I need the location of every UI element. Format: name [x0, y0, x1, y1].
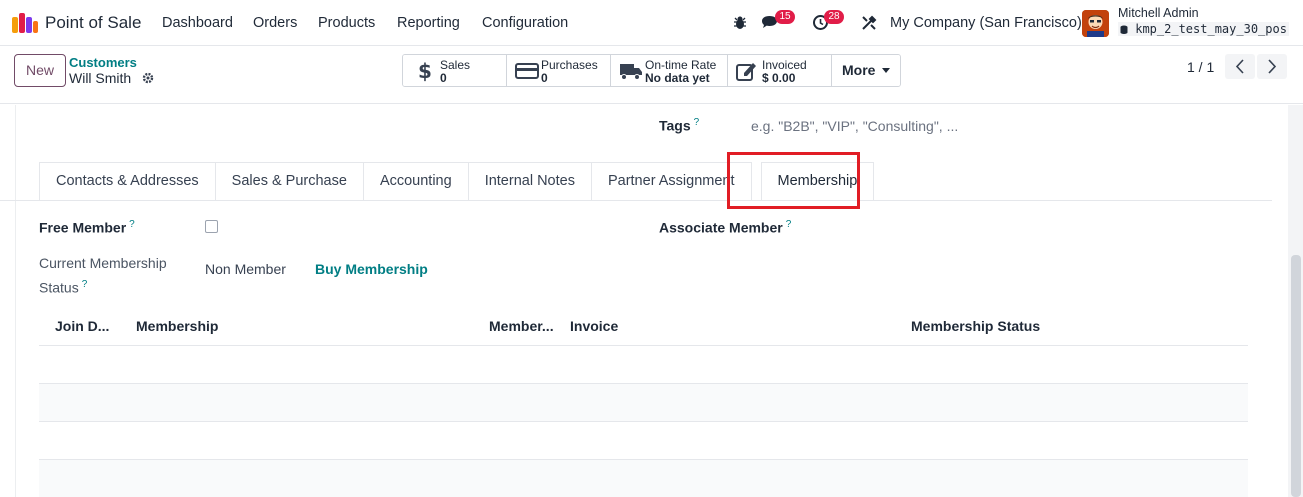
table-row: [39, 383, 1248, 421]
menu-orders[interactable]: Orders: [253, 15, 297, 31]
purchases-value: 0: [541, 71, 548, 85]
ontime-rate-smart-button[interactable]: On-time Rate No data yet: [611, 55, 728, 86]
invoiced-smart-button[interactable]: Invoiced $ 0.00: [728, 55, 832, 86]
free-member-help-icon[interactable]: ?: [129, 219, 135, 230]
more-dropdown[interactable]: More: [832, 55, 900, 86]
tabs-divider: [0, 200, 1272, 201]
free-member-checkbox[interactable]: [205, 220, 218, 233]
current-status-label: Current Membership Status?: [39, 255, 167, 296]
invoiced-value: $ 0.00: [762, 71, 796, 85]
form-sheet-edge: [15, 105, 16, 497]
activities-badge: 28: [824, 10, 844, 24]
pager-previous-button[interactable]: [1225, 54, 1255, 79]
database-name-text: kmp_2_test_may_30_pos: [1135, 22, 1287, 36]
col-membership-status[interactable]: Membership Status: [911, 318, 1040, 334]
database-icon: [1120, 25, 1128, 34]
new-button[interactable]: New: [14, 54, 66, 87]
col-membership-fee[interactable]: Member...: [489, 318, 554, 334]
svg-text:$: $: [418, 60, 431, 82]
tags-label: Tags?: [659, 117, 700, 134]
menu-dashboard[interactable]: Dashboard: [162, 15, 233, 31]
pager-next-button[interactable]: [1257, 54, 1287, 79]
table-row: [39, 345, 1248, 383]
tags-help-icon[interactable]: ?: [694, 117, 700, 128]
database-name: kmp_2_test_may_30_pos: [1118, 22, 1289, 36]
invoiced-label: Invoiced: [762, 58, 807, 72]
caret-down-icon: [882, 68, 891, 73]
current-status-value: Non Member: [205, 261, 286, 277]
gear-icon[interactable]: [142, 72, 154, 84]
buy-membership-button[interactable]: Buy Membership: [315, 261, 428, 277]
tab-sales-purchase[interactable]: Sales & Purchase: [214, 162, 364, 201]
col-join-date[interactable]: Join D...: [55, 318, 109, 334]
current-status-help-icon[interactable]: ?: [82, 279, 88, 290]
tags-input[interactable]: e.g. "B2B", "VIP", "Consulting", ...: [751, 118, 958, 134]
ontime-rate-value: No data yet: [645, 71, 710, 85]
tab-accounting[interactable]: Accounting: [362, 162, 469, 201]
membership-tab-highlight: [727, 152, 860, 209]
col-membership[interactable]: Membership: [136, 318, 218, 334]
table-row: [39, 421, 1248, 459]
user-avatar[interactable]: [1082, 10, 1109, 37]
app-name[interactable]: Point of Sale: [45, 13, 141, 33]
company-switcher[interactable]: My Company (San Francisco): [890, 15, 1082, 31]
messages-badge: 15: [775, 10, 795, 24]
breadcrumb-current: Will Smith: [69, 70, 132, 86]
purchases-smart-button[interactable]: Purchases 0: [507, 55, 611, 86]
tab-contacts-addresses[interactable]: Contacts & Addresses: [39, 162, 216, 201]
sales-label: Sales: [440, 58, 471, 72]
pos-app-icon[interactable]: [12, 13, 38, 33]
credit-card-icon: [515, 63, 539, 79]
free-member-label: Free Member?: [39, 219, 135, 236]
menu-reporting[interactable]: Reporting: [397, 15, 460, 31]
chevron-right-icon: [1268, 59, 1277, 74]
associate-member-label: Associate Member?: [659, 219, 792, 236]
sales-smart-button[interactable]: $ Sales 0: [403, 55, 507, 86]
avatar-image-icon: [1082, 10, 1109, 37]
more-label: More: [842, 62, 876, 78]
dollar-icon: $: [418, 60, 431, 82]
sales-value: 0: [440, 71, 447, 85]
ontime-rate-label: On-time Rate: [645, 58, 717, 72]
scrollbar-thumb[interactable]: [1291, 255, 1301, 497]
menu-configuration[interactable]: Configuration: [482, 15, 568, 31]
pager-value[interactable]: 1 / 1: [1187, 59, 1214, 75]
bug-icon[interactable]: [733, 15, 747, 30]
table-row: [39, 459, 1248, 497]
pencil-square-icon: [736, 63, 756, 81]
purchases-label: Purchases: [541, 58, 598, 72]
top-navbar: Point of Sale Dashboard Orders Products …: [0, 0, 1303, 46]
user-name[interactable]: Mitchell Admin: [1118, 6, 1199, 20]
tools-icon[interactable]: [861, 15, 877, 31]
col-invoice[interactable]: Invoice: [570, 318, 618, 334]
chevron-left-icon: [1235, 59, 1244, 74]
associate-member-help-icon[interactable]: ?: [786, 219, 792, 230]
control-panel: New Customers Will Smith $ Sales 0 Purch…: [0, 46, 1303, 104]
truck-icon: [620, 64, 642, 80]
tab-internal-notes[interactable]: Internal Notes: [467, 162, 592, 201]
menu-products[interactable]: Products: [318, 15, 375, 31]
smart-buttons: $ Sales 0 Purchases 0 On-time Rate No da…: [402, 54, 901, 87]
breadcrumb-customers[interactable]: Customers: [69, 55, 137, 70]
